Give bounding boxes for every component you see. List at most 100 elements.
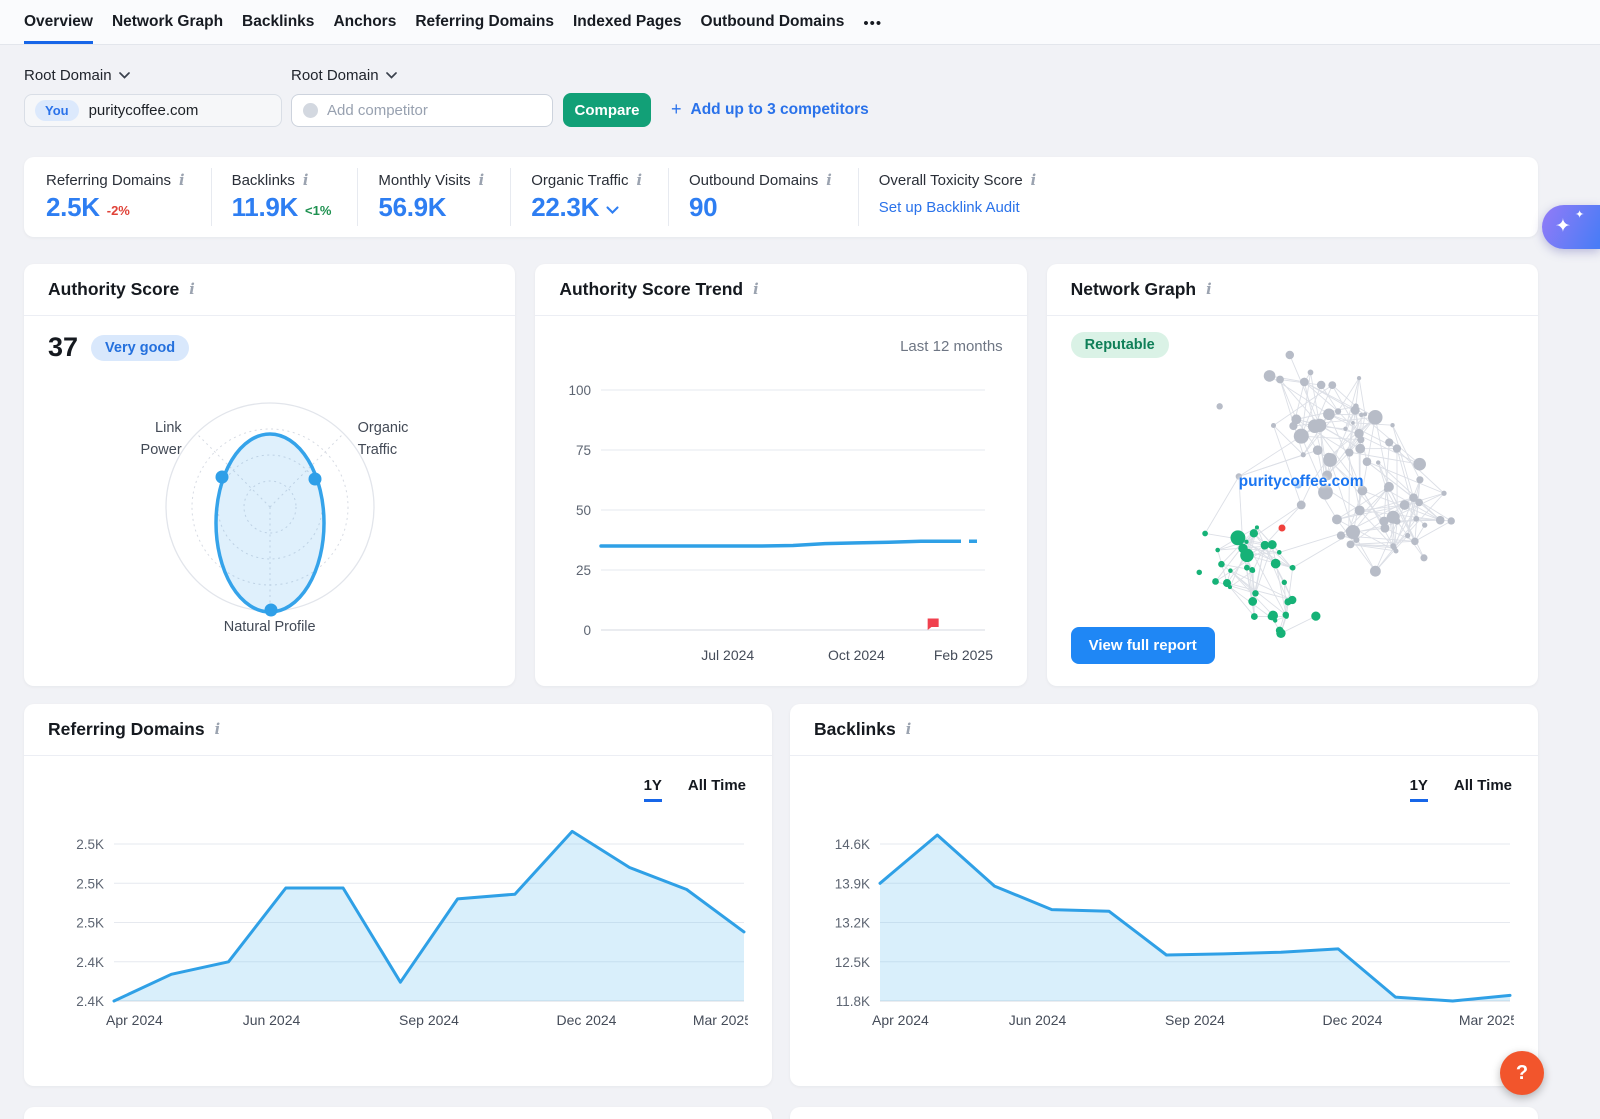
network-graph-visualization [1143,332,1507,664]
metric-value: 56.9K [378,192,446,223]
authority-score-trend-card: Authority Score Trend i Last 12 months 1… [535,264,1026,686]
svg-text:2.5K: 2.5K [76,876,104,891]
next-card-partial [24,1107,772,1119]
info-icon[interactable]: i [753,281,759,298]
chevron-down-icon [119,72,130,79]
svg-text:100: 100 [569,383,592,398]
svg-text:Jul 2024: Jul 2024 [702,647,755,663]
svg-text:Dec 2024: Dec 2024 [1323,1012,1383,1028]
backlinks-area-chart: 14.6K13.9K13.2K12.5K11.8KApr 2024Jun 202… [814,828,1514,1033]
svg-text:Apr 2024: Apr 2024 [872,1012,929,1028]
svg-text:14.6K: 14.6K [835,837,870,852]
you-domain-input[interactable]: You puritycoffee.com [24,94,282,127]
network-center-domain-label: puritycoffee.com [1239,473,1364,491]
you-badge: You [35,100,79,121]
info-icon[interactable]: i [303,172,309,189]
metric-label: Monthly Visits [378,172,470,189]
metric-delta: -2% [107,203,130,218]
metric-label: Backlinks [232,172,295,189]
metric-toxicity-score: Overall Toxicity Score i Set up Backlink … [858,168,1062,226]
compare-button[interactable]: Compare [563,93,651,127]
svg-text:12.5K: 12.5K [835,955,870,970]
svg-text:0: 0 [584,623,592,638]
metric-referring-domains: Referring Domainsi 2.5K -2% [46,168,211,226]
metric-backlinks: Backlinks i 11.9K <1% [211,168,358,226]
info-icon[interactable]: i [1031,172,1037,189]
metric-value: 2.5K [46,192,100,223]
metric-value: 22.3K [531,192,599,223]
comparison-controls: Root Domain Root Domain You puritycoffee… [24,67,1538,127]
card-title: Referring Domains [48,719,205,740]
plus-icon: + [671,99,682,120]
radar-axis-link-power: Link Power [116,418,182,462]
info-icon[interactable]: i [1206,281,1212,298]
tab-anchors[interactable]: Anchors [333,0,396,44]
svg-text:Dec 2024: Dec 2024 [557,1012,617,1028]
network-graph-card: Network Graph i Reputable puritycoffee.c… [1047,264,1538,686]
ai-assistant-button[interactable]: ✦ ✦ [1542,205,1600,249]
tab-referring-domains[interactable]: Referring Domains [415,0,554,44]
svg-text:Jun 2024: Jun 2024 [243,1012,301,1028]
metric-label: Outbound Domains [689,172,818,189]
metric-value: 90 [689,192,717,223]
report-tabs-bar: Overview Network Graph Backlinks Anchors… [0,0,1600,45]
chevron-down-icon [386,72,397,79]
metric-value: 11.9K [232,192,298,223]
info-icon[interactable]: i [636,172,642,189]
svg-text:75: 75 [576,443,591,458]
info-icon[interactable]: i [189,281,195,298]
info-icon[interactable]: i [826,172,832,189]
metric-delta: <1% [305,203,331,218]
card-title: Network Graph [1071,279,1196,300]
card-title: Backlinks [814,719,896,740]
add-competitors-link[interactable]: + Add up to 3 competitors [671,101,869,120]
organic-traffic-dropdown[interactable]: 22.3K [531,192,642,223]
more-tabs-icon[interactable]: ••• [863,0,882,44]
add-competitor-input-wrap[interactable] [291,94,553,127]
sparkle-icon: ✦ [1575,208,1584,221]
sparkle-icon: ✦ [1555,215,1571,238]
metric-label: Overall Toxicity Score [879,172,1023,189]
help-button[interactable]: ? [1500,1051,1544,1095]
info-icon[interactable]: i [179,172,185,189]
svg-text:2.4K: 2.4K [76,994,104,1009]
radar-point-natural-profile [264,604,277,617]
info-icon[interactable]: i [215,721,221,738]
add-competitor-input[interactable] [327,102,541,119]
trend-range-label: Last 12 months [900,338,1003,355]
radar-axis-natural-profile: Natural Profile [200,617,340,639]
info-icon[interactable]: i [479,172,485,189]
svg-text:Mar 2025: Mar 2025 [1459,1012,1514,1028]
metric-monthly-visits: Monthly Visits i 56.9K [357,168,510,226]
toggle-1y[interactable]: 1Y [644,777,662,802]
root-domain-selector-competitor[interactable]: Root Domain [291,67,558,84]
tab-overview[interactable]: Overview [24,0,93,44]
authority-score-card: Authority Score i 37 Very good [24,264,515,686]
radar-point-organic-traffic [308,473,321,486]
svg-text:13.9K: 13.9K [835,876,870,891]
svg-text:11.8K: 11.8K [836,994,870,1009]
toggle-1y[interactable]: 1Y [1410,777,1428,802]
tab-outbound-domains[interactable]: Outbound Domains [701,0,845,44]
info-icon[interactable]: i [906,721,912,738]
tab-indexed-pages[interactable]: Indexed Pages [573,0,682,44]
tab-network-graph[interactable]: Network Graph [112,0,223,44]
domain-value: puritycoffee.com [89,102,199,119]
svg-text:2.5K: 2.5K [76,916,104,931]
svg-text:25: 25 [576,563,591,578]
toggle-all-time[interactable]: All Time [1454,777,1512,802]
card-title: Authority Score [48,279,179,300]
referring-domains-chart-card: Referring Domains i 1Y All Time 2.5K 2.5K… [24,704,772,1086]
toggle-all-time[interactable]: All Time [688,777,746,802]
chevron-down-icon [606,206,619,214]
tab-backlinks[interactable]: Backlinks [242,0,314,44]
root-domain-label: Root Domain [24,67,112,84]
referring-domains-area-chart: 2.5K2.5K2.5K2.4K2.4KApr 2024Jun 2024Sep … [48,828,748,1033]
add-competitors-label: Add up to 3 competitors [691,101,869,119]
svg-text:Apr 2024: Apr 2024 [106,1012,163,1028]
svg-text:Jun 2024: Jun 2024 [1009,1012,1067,1028]
radar-axis-organic-traffic: Organic Traffic [358,418,430,462]
root-domain-selector[interactable]: Root Domain [24,67,291,84]
setup-backlink-audit-link[interactable]: Set up Backlink Audit [879,199,1020,216]
view-full-report-button[interactable]: View full report [1071,627,1215,664]
